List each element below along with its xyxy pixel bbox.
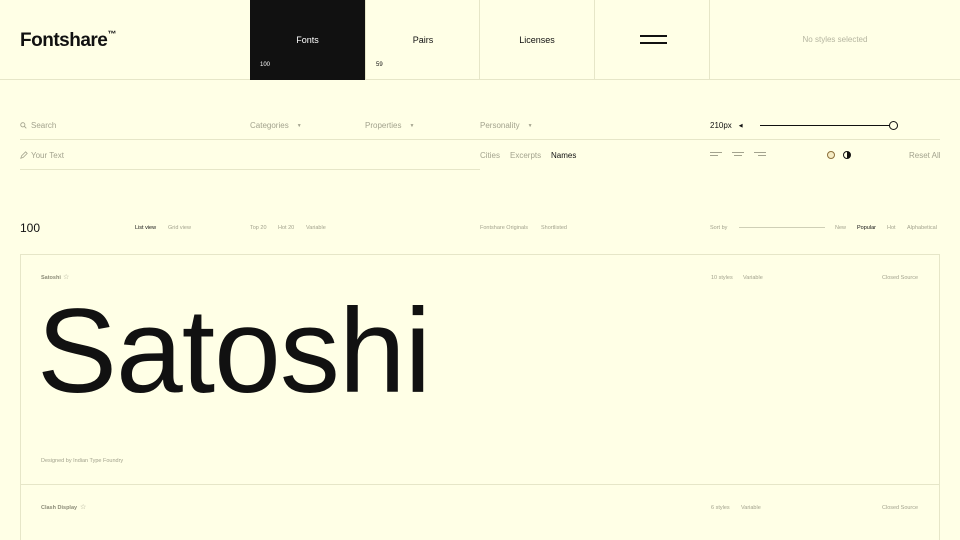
reset-all-button[interactable]: Reset All xyxy=(909,151,941,160)
font-size-slider-handle[interactable] xyxy=(889,121,898,130)
search-field[interactable]: Search xyxy=(20,121,56,130)
sort-alphabetical[interactable]: Alphabetical xyxy=(907,225,937,231)
font-license: Closed Source xyxy=(882,275,919,281)
preview-mode-cities[interactable]: Cities xyxy=(480,151,500,160)
light-theme-icon[interactable] xyxy=(827,151,835,159)
nav-tab-pairs-count: 59 xyxy=(376,62,383,68)
align-left-icon[interactable] xyxy=(710,152,722,159)
dropdown-arrow-icon: ▼ xyxy=(296,123,302,129)
filter-top-20[interactable]: Top 20 xyxy=(250,225,267,231)
grid-view-button[interactable]: Grid view xyxy=(168,225,191,231)
preview-mode-excerpts[interactable]: Excerpts xyxy=(510,151,541,160)
font-style-count: 10 styles xyxy=(711,275,733,281)
sort-hot[interactable]: Hot xyxy=(887,225,896,231)
personality-dropdown[interactable]: Personality ▼ xyxy=(480,121,533,130)
font-style-count: 6 styles xyxy=(711,505,730,511)
nav-tab-pairs-label: Pairs xyxy=(412,35,434,45)
properties-dropdown[interactable]: Properties ▼ xyxy=(365,121,414,130)
font-variable-badge: Variable xyxy=(743,275,763,281)
contrast-theme-icon[interactable] xyxy=(843,151,851,159)
font-designer: Designed by Indian Type Foundry xyxy=(41,458,124,464)
divider xyxy=(20,169,480,170)
nav-tab-licenses-label: Licenses xyxy=(519,35,555,45)
align-center-icon[interactable] xyxy=(732,152,744,159)
logo-trademark: ™ xyxy=(107,28,116,39)
font-name: Clash Display xyxy=(41,505,78,511)
filter-hot-20[interactable]: Hot 20 xyxy=(278,225,294,231)
menu-button[interactable] xyxy=(594,0,710,80)
dropdown-arrow-icon: ▼ xyxy=(409,123,415,129)
font-name: Satoshi xyxy=(41,275,61,281)
sort-popular[interactable]: Popular xyxy=(857,225,876,231)
categories-dropdown[interactable]: Categories ▼ xyxy=(250,121,302,130)
search-placeholder: Search xyxy=(31,121,57,130)
font-card-satoshi[interactable]: Satoshi ☆ 10 styles Variable Closed Sour… xyxy=(20,254,940,485)
personality-label: Personality xyxy=(480,121,520,130)
dropdown-arrow-icon: ◀ xyxy=(738,123,743,129)
list-view-button[interactable]: List view xyxy=(135,225,156,231)
filter-variable[interactable]: Variable xyxy=(306,225,326,231)
selected-styles-status: No styles selected xyxy=(802,35,868,44)
properties-label: Properties xyxy=(365,121,402,130)
hamburger-icon xyxy=(640,35,667,45)
filter-fontshare-originals[interactable]: Fontshare Originals xyxy=(480,225,528,231)
filter-shortlisted[interactable]: Shortlisted xyxy=(541,225,567,231)
font-size-dropdown[interactable]: 210px ◀ xyxy=(710,121,743,130)
nav-tab-fonts[interactable]: Fonts 100 xyxy=(250,0,365,80)
align-right-icon[interactable] xyxy=(754,152,766,159)
font-preview-text[interactable]: Satoshi xyxy=(37,285,431,417)
sort-divider xyxy=(739,227,825,228)
nav-tab-licenses[interactable]: Licenses xyxy=(479,0,594,80)
font-size-value: 210px xyxy=(710,121,732,130)
star-icon[interactable]: ☆ xyxy=(63,273,69,281)
custom-text-placeholder: Your Text xyxy=(31,151,64,160)
sort-new[interactable]: New xyxy=(835,225,846,231)
font-card-clash-display[interactable]: Clash Display ☆ 6 styles Variable Closed… xyxy=(20,484,940,540)
divider xyxy=(20,139,940,140)
sort-by-label: Sort by xyxy=(710,225,728,231)
font-variable-badge: Variable xyxy=(741,505,761,511)
font-count: 100 xyxy=(20,221,41,235)
search-icon xyxy=(20,122,27,129)
star-icon[interactable]: ☆ xyxy=(80,503,86,511)
pencil-icon xyxy=(20,151,28,159)
nav-tab-fonts-label: Fonts xyxy=(296,35,319,45)
custom-text-field[interactable]: Your Text xyxy=(20,151,64,160)
preview-mode-names[interactable]: Names xyxy=(551,151,576,160)
categories-label: Categories xyxy=(250,121,289,130)
dropdown-arrow-icon: ▼ xyxy=(527,123,533,129)
nav-tab-pairs[interactable]: Pairs 59 xyxy=(365,0,480,80)
top-header: Fontshare™ Fonts 100 Pairs 59 Licenses N… xyxy=(0,0,960,80)
logo-text: Fontshare xyxy=(20,30,108,51)
font-license: Closed Source xyxy=(882,505,919,511)
font-size-slider-track[interactable] xyxy=(760,125,893,126)
nav-tab-fonts-count: 100 xyxy=(260,62,271,68)
fontshare-logo[interactable]: Fontshare™ xyxy=(20,28,116,52)
